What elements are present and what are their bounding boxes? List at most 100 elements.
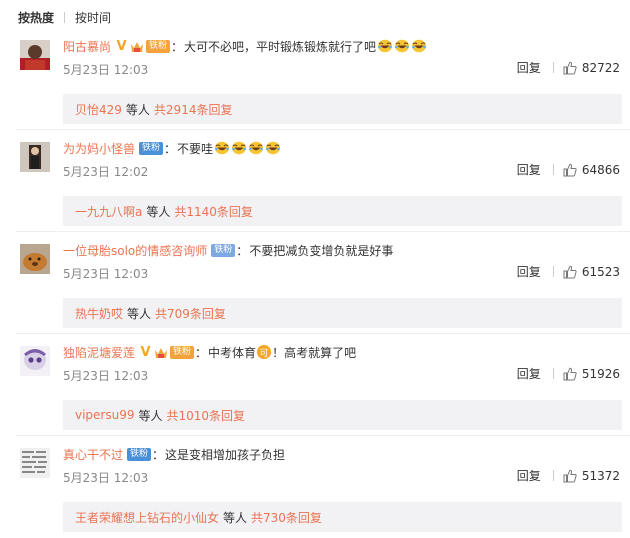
reply-username[interactable]: 王者荣耀想上钻石的小仙女	[75, 509, 219, 526]
reply-username[interactable]: 贝怡429	[75, 101, 122, 118]
reply-etc-label: 等人	[223, 510, 248, 525]
reply-etc-label: 等人	[127, 306, 152, 321]
like-count[interactable]: 82722	[582, 61, 620, 75]
comment-line: 阳古慕尚 V 铁粉 ： 大可不必吧，平时锻炼锻炼就行了吧	[63, 36, 427, 56]
laughing-emoji-icon	[378, 39, 393, 53]
action-divider	[552, 164, 554, 175]
reply-total-link[interactable]: 共1010条回复	[167, 407, 246, 424]
comment-date: 5月23日 12:03	[63, 369, 149, 383]
username-link[interactable]: 真心干不过	[63, 446, 123, 463]
comment-actions: 回复 61523	[517, 263, 620, 280]
sort-by-hot-tab[interactable]: 按热度	[18, 9, 54, 26]
reply-username[interactable]: 热牛奶哎	[75, 305, 123, 322]
reply-total-link[interactable]: 共1140条回复	[174, 203, 253, 220]
reply-summary[interactable]: 一九九八啊a 等人 共1140条回复	[63, 196, 622, 226]
comment-date: 5月23日 12:03	[63, 267, 149, 281]
comment-line: 为为妈小怪兽 铁粉 ： 不要哇	[63, 138, 281, 158]
action-divider	[552, 266, 554, 277]
avatar[interactable]	[20, 142, 50, 172]
comment-item: 一位母胎solo的情感咨询师 铁粉 ： 不要把减负变增负就是好事 5月23日 1…	[0, 232, 630, 334]
comment-date: 5月23日 12:03	[63, 471, 149, 485]
action-divider	[552, 62, 554, 73]
colon: ：	[195, 345, 208, 360]
laughing-emoji-icon	[249, 141, 264, 155]
comment-date: 5月23日 12:02	[63, 165, 149, 179]
laughing-emoji-icon	[232, 141, 247, 155]
laughing-emoji-icon	[412, 39, 427, 53]
comment-line: 一位母胎solo的情感咨询师 铁粉 ： 不要把减负变增负就是好事	[63, 240, 393, 260]
reply-button[interactable]: 回复	[517, 365, 541, 382]
tiefen-badge[interactable]: 铁粉	[170, 345, 195, 359]
comment-item: 为为妈小怪兽 铁粉 ： 不要哇 5月23日 12:02 回复 64866 一九九…	[0, 130, 630, 232]
colon: ：	[236, 243, 249, 258]
like-count[interactable]: 51372	[582, 469, 620, 483]
crown-icon	[154, 346, 168, 359]
comment-actions: 回复 51372	[517, 467, 620, 484]
like-thumb-icon[interactable]	[563, 163, 577, 177]
comment-line: 独陷泥塘爱莲 V 铁粉 ： 中考体育 可 ！高考就算了吧	[63, 342, 356, 362]
laughing-emoji-icon	[395, 39, 410, 53]
reply-etc-label: 等人	[138, 408, 163, 423]
reply-summary[interactable]: vipersu99 等人 共1010条回复	[63, 400, 622, 430]
colon: ：	[164, 141, 177, 156]
comment-actions: 回复 51926	[517, 365, 620, 382]
like-thumb-icon[interactable]	[563, 61, 577, 75]
reply-total-link[interactable]: 共709条回复	[155, 305, 226, 322]
reply-summary[interactable]: 贝怡429 等人 共2914条回复	[63, 94, 622, 124]
comment-actions: 回复 82722	[517, 59, 620, 76]
reply-username[interactable]: 一九九八啊a	[75, 203, 142, 220]
comment-date: 5月23日 12:03	[63, 63, 149, 77]
comment-actions: 回复 64866	[517, 161, 620, 178]
avatar[interactable]	[20, 448, 50, 478]
reply-button[interactable]: 回复	[517, 59, 541, 76]
sort-bar: 按热度 按时间	[18, 8, 111, 26]
avatar[interactable]	[20, 346, 50, 376]
avatar[interactable]	[20, 244, 50, 274]
reply-total-link[interactable]: 共730条回复	[251, 509, 322, 526]
crown-icon	[130, 40, 144, 53]
reply-total-link[interactable]: 共2914条回复	[154, 101, 233, 118]
comment-text-cont: ！高考就算了吧	[272, 345, 357, 360]
reply-button[interactable]: 回复	[517, 161, 541, 178]
laughing-emoji-icon	[215, 141, 230, 155]
action-divider	[552, 368, 554, 379]
comment-line: 真心干不过 铁粉 ： 这是变相增加孩子负担	[63, 444, 285, 464]
avatar[interactable]	[20, 40, 50, 70]
comment-item: 真心干不过 铁粉 ： 这是变相增加孩子负担 5月23日 12:03 回复 513…	[0, 436, 630, 538]
like-thumb-icon[interactable]	[563, 367, 577, 381]
reply-button[interactable]: 回复	[517, 263, 541, 280]
v-verified-icon: V	[116, 38, 127, 54]
reply-etc-label: 等人	[146, 204, 171, 219]
colon: ：	[171, 39, 184, 54]
sort-by-time-tab[interactable]: 按时间	[75, 9, 111, 26]
coin-emoji-icon: 可	[257, 345, 272, 359]
tiefen-badge[interactable]: 铁粉	[146, 39, 171, 53]
reply-button[interactable]: 回复	[517, 467, 541, 484]
tiefen-badge[interactable]: 铁粉	[127, 447, 152, 461]
comment-item: 阳古慕尚 V 铁粉 ： 大可不必吧，平时锻炼锻炼就行了吧 5月23日 12:03…	[0, 28, 630, 130]
username-link[interactable]: 一位母胎solo的情感咨询师	[63, 242, 207, 259]
reply-summary[interactable]: 王者荣耀想上钻石的小仙女 等人 共730条回复	[63, 502, 622, 532]
comment-item: 独陷泥塘爱莲 V 铁粉 ： 中考体育 可 ！高考就算了吧 5月23日 12:03…	[0, 334, 630, 436]
reply-summary[interactable]: 热牛奶哎 等人 共709条回复	[63, 298, 622, 328]
username-link[interactable]: 独陷泥塘爱莲	[63, 344, 135, 361]
tiefen-badge[interactable]: 铁粉	[139, 141, 164, 155]
like-count[interactable]: 61523	[582, 265, 620, 279]
comment-text: 不要哇	[177, 141, 214, 156]
reply-username[interactable]: vipersu99	[75, 408, 135, 422]
comment-text: 大可不必吧，平时锻炼锻炼就行了吧	[184, 39, 377, 54]
like-count[interactable]: 64866	[582, 163, 620, 177]
sort-divider	[64, 11, 66, 23]
like-thumb-icon[interactable]	[563, 469, 577, 483]
reply-etc-label: 等人	[125, 102, 150, 117]
tiefen-badge[interactable]: 铁粉	[211, 243, 236, 257]
username-link[interactable]: 为为妈小怪兽	[63, 140, 135, 157]
laughing-emoji-icon	[266, 141, 281, 155]
comment-text: 这是变相增加孩子负担	[165, 447, 286, 462]
action-divider	[552, 470, 554, 481]
like-thumb-icon[interactable]	[563, 265, 577, 279]
v-verified-icon: V	[140, 344, 151, 360]
username-link[interactable]: 阳古慕尚	[63, 38, 111, 55]
like-count[interactable]: 51926	[582, 367, 620, 381]
comment-text: 中考体育	[208, 345, 257, 360]
